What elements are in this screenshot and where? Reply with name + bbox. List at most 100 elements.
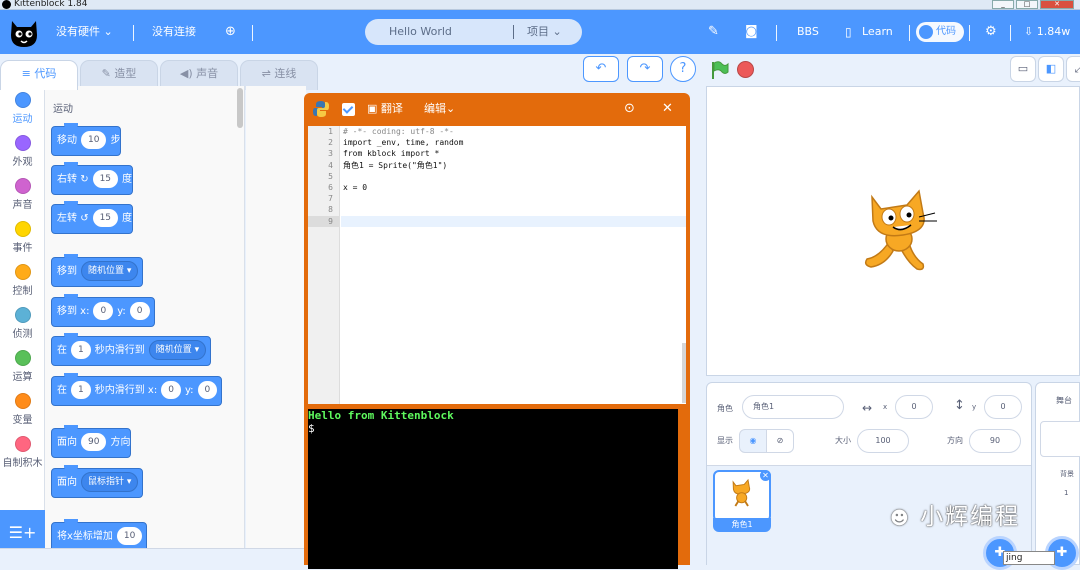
category-color-dot <box>14 307 31 323</box>
undo-button[interactable]: ↶ <box>583 56 619 82</box>
window-controls: _ □ ✕ <box>992 0 1074 9</box>
terminal-output[interactable]: Hello from Kittenblock $ <box>308 409 678 569</box>
code-mode-toggle[interactable]: 代码 <box>916 22 964 42</box>
y-position-input[interactable]: 0 <box>984 395 1022 419</box>
y-input[interactable]: 0 <box>197 381 218 399</box>
small-stage-icon[interactable]: ▭ <box>1010 56 1036 82</box>
code-text[interactable]: # -*- coding: utf-8 -*- import _env, time… <box>343 126 683 227</box>
code-editor[interactable]: 1 23456 789 # -*- coding: utf-8 -*- import … <box>308 126 686 404</box>
connection-menu[interactable]: 没有连接 <box>152 10 196 54</box>
window-titlebar: Kittenblock 1.84 _ □ ✕ <box>0 0 1080 10</box>
maximize-button[interactable]: □ <box>1016 0 1038 9</box>
x-input[interactable]: 0 <box>161 381 181 399</box>
learn-link[interactable]: Learn <box>862 10 893 54</box>
x-position-input[interactable]: 0 <box>895 395 933 419</box>
editor-scrollbar[interactable] <box>682 343 686 403</box>
backdrop-label: 背景 <box>1060 470 1074 478</box>
close-editor-icon[interactable]: ✕ <box>662 93 673 125</box>
block-glide[interactable]: 在 1 秒内滑行到 随机位置 ▾ <box>51 333 212 366</box>
minimize-button[interactable]: _ <box>992 0 1014 9</box>
hardware-menu[interactable]: 没有硬件 ⌄ <box>56 10 113 54</box>
block-goto[interactable]: 移到 随机位置 ▾ <box>51 254 144 287</box>
line-number: 3 <box>328 149 333 159</box>
category-item[interactable]: 变量 <box>0 393 45 426</box>
speaker-icon: ◀) <box>179 67 193 80</box>
cat-sprite[interactable] <box>859 187 941 277</box>
settings-gear-icon[interactable]: ⚙ <box>985 10 997 54</box>
close-window-button[interactable]: ✕ <box>1040 0 1074 9</box>
category-label: 运算 <box>12 372 33 383</box>
category-label: 事件 <box>12 243 33 254</box>
line-number: 4 <box>328 160 333 170</box>
project-menu[interactable]: 项目 ⌄ <box>527 19 562 45</box>
category-item[interactable]: 声音 <box>0 178 45 211</box>
script-area[interactable] <box>246 86 306 548</box>
x-input[interactable]: 0 <box>93 302 114 320</box>
language-globe-icon[interactable]: ⊕ <box>225 10 236 54</box>
stage-canvas[interactable] <box>706 86 1080 376</box>
category-item[interactable]: 外观 <box>0 135 45 168</box>
towards-dropdown[interactable]: 鼠标指针 ▾ <box>81 472 139 492</box>
delete-sprite-icon[interactable]: ✕ <box>760 470 771 481</box>
steps-input[interactable]: 10 <box>81 131 107 149</box>
redo-button[interactable]: ↷ <box>627 56 663 82</box>
block-change-x[interactable]: 将x坐标增加 10 <box>51 519 148 548</box>
sprite-thumbnail-name: 角色1 <box>713 518 771 532</box>
degrees-input[interactable]: 15 <box>92 209 119 227</box>
direction-input[interactable]: 90 <box>81 433 107 451</box>
size-input[interactable]: 100 <box>857 429 909 453</box>
block-point-direction[interactable]: 面向 90 方向 <box>51 425 132 458</box>
category-item[interactable]: 运动 <box>0 92 45 125</box>
degrees-input[interactable]: 15 <box>92 170 119 188</box>
category-label: 自制积木 <box>2 458 43 469</box>
glide-target-dropdown[interactable]: 随机位置 ▾ <box>148 340 207 360</box>
editor-sync-checkbox[interactable] <box>342 103 355 116</box>
block-glide-xy[interactable]: 在 1 秒内滑行到 x: 0 y: 0 <box>51 373 223 406</box>
edit-menu[interactable]: 编辑⌄ <box>424 93 455 125</box>
goto-target-dropdown[interactable]: 随机位置 ▾ <box>81 261 139 281</box>
green-flag-icon[interactable] <box>710 60 730 80</box>
terminal-line-1: Hello from Kittenblock <box>308 409 454 422</box>
hide-sprite-eye-icon[interactable]: ⊘ <box>766 429 794 453</box>
backdrop-thumbnail[interactable] <box>1040 421 1080 457</box>
fullscreen-icon[interactable]: ⤢ <box>1066 56 1080 82</box>
block-point-towards[interactable]: 面向 鼠标指针 ▾ <box>51 465 144 498</box>
y-input[interactable]: 0 <box>129 302 150 320</box>
block-goto-xy[interactable]: 移到 x: 0 y: 0 <box>51 294 155 327</box>
seconds-input[interactable]: 1 <box>71 381 91 399</box>
camera-icon[interactable]: ◙ <box>745 10 758 54</box>
tab-code[interactable]: ≡ 代码 <box>0 60 78 90</box>
x-label: x <box>883 403 888 411</box>
project-name-input[interactable]: Hello World <box>389 19 452 45</box>
category-item[interactable]: 自制积木 <box>0 436 45 469</box>
block-turn-left[interactable]: 左转 ↺ 15 度 <box>51 201 134 234</box>
category-item[interactable]: 侦测 <box>0 307 45 340</box>
direction-input[interactable]: 90 <box>969 429 1021 453</box>
sprite-thumbnail[interactable]: ✕ 角色1 <box>713 470 771 532</box>
show-visible-eye-icon[interactable]: ◉ <box>739 429 767 453</box>
jing-popup[interactable]: jing <box>1003 551 1055 565</box>
palette-scrollbar[interactable] <box>237 88 243 128</box>
large-stage-icon[interactable]: ◧ <box>1038 56 1064 82</box>
category-item[interactable]: 运算 <box>0 350 45 383</box>
sprite-name-input[interactable]: 角色1 <box>742 395 844 419</box>
block-turn-right[interactable]: 右转 ↻ 15 度 <box>51 162 134 195</box>
seconds-input[interactable]: 1 <box>71 341 91 359</box>
edit-pencil-icon[interactable]: ✎ <box>708 10 719 54</box>
line-number: 1 <box>328 127 333 136</box>
version-badge[interactable]: ⇩ 1.84w <box>1024 10 1070 54</box>
category-item[interactable]: 控制 <box>0 264 45 297</box>
category-item[interactable]: 事件 <box>0 221 45 254</box>
line-number: 5 <box>328 171 333 181</box>
run-play-icon[interactable]: ⊙ <box>624 93 635 125</box>
translate-button[interactable]: ▣ 翻译 <box>367 93 403 125</box>
help-button[interactable]: ? <box>670 56 696 82</box>
bbs-link[interactable]: BBS <box>797 10 819 54</box>
category-color-dot <box>14 135 31 151</box>
stop-icon[interactable] <box>737 61 754 78</box>
app-logo-icon <box>2 0 11 9</box>
code-line: # -*- coding: utf-8 -*- <box>343 127 454 136</box>
change-x-input[interactable]: 10 <box>116 527 143 545</box>
block-move-steps[interactable]: 移动 10 步 <box>51 123 122 156</box>
